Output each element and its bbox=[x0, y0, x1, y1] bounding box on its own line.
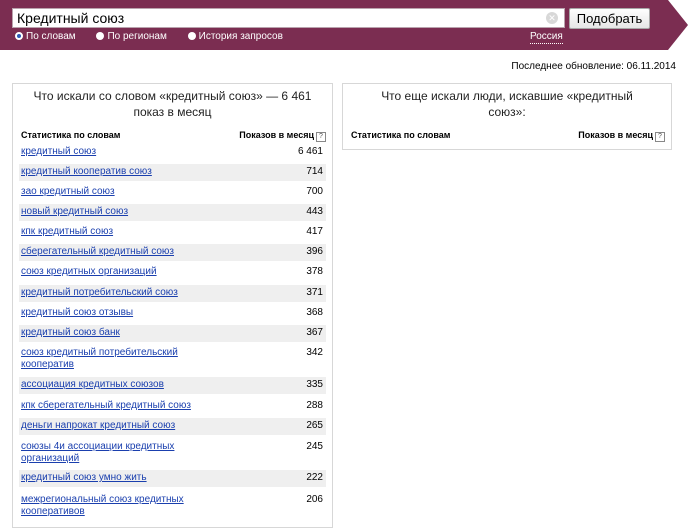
col-words-header: Статистика по словам bbox=[351, 130, 451, 140]
phrase-link[interactable]: кпк кредитный союз bbox=[19, 226, 221, 238]
table-row: союз кредитный потребительский кооперати… bbox=[19, 345, 326, 373]
phrase-link[interactable]: ассоциация кредитных союзов bbox=[19, 379, 221, 391]
impressions-count: 265 bbox=[306, 420, 323, 431]
mode-label: История запросов bbox=[198, 31, 283, 42]
impressions-count: 367 bbox=[306, 327, 323, 338]
col-words-header: Статистика по словам bbox=[21, 130, 121, 140]
impressions-count: 378 bbox=[306, 266, 323, 277]
mode-by-regions[interactable]: По регионам bbox=[96, 31, 167, 42]
mode-label: По словам bbox=[26, 31, 76, 42]
table-row: союз кредитных организаций 378 bbox=[19, 264, 326, 281]
impressions-count: 714 bbox=[306, 166, 323, 177]
submit-button[interactable]: Подобрать bbox=[569, 8, 650, 29]
column-headers: Статистика по словам Показов в месяц? bbox=[13, 130, 332, 144]
mode-history[interactable]: История запросов bbox=[187, 31, 283, 42]
related-words-panel: Что искали со словом «кредитный союз» — … bbox=[12, 83, 333, 528]
impressions-count: 245 bbox=[306, 441, 323, 452]
table-row: деньги напрокат кредитный союз 265 bbox=[19, 418, 326, 435]
phrase-link[interactable]: кредитный потребительский союз bbox=[19, 287, 221, 299]
impressions-count: 371 bbox=[306, 287, 323, 298]
impressions-count: 417 bbox=[306, 226, 323, 237]
impressions-count: 342 bbox=[306, 347, 323, 358]
impressions-count: 335 bbox=[306, 379, 323, 390]
region-link[interactable]: Россия bbox=[530, 31, 563, 44]
also-searched-panel: Что еще искали люди, искавшие «кредитный… bbox=[342, 83, 672, 150]
col-count-header: Показов в месяц? bbox=[239, 130, 326, 142]
phrase-link[interactable]: кредитный кооператив союз bbox=[19, 166, 221, 178]
phrase-link[interactable]: сберегательный кредитный союз bbox=[19, 246, 221, 258]
table-row: зао кредитный союз 700 bbox=[19, 184, 326, 201]
mode-by-words[interactable]: По словам bbox=[15, 31, 76, 42]
search-input[interactable]: Кредитный союз ✕ bbox=[12, 8, 565, 28]
panel-title: Что еще искали люди, искавшие «кредитный… bbox=[381, 89, 633, 119]
table-row: союзы 4и ассоциации кредитных организаци… bbox=[19, 439, 326, 467]
phrase-link[interactable]: союз кредитных организаций bbox=[19, 266, 221, 278]
table-row: кредитный союз банк 367 bbox=[19, 325, 326, 342]
table-row: кредитный союз отзывы 368 bbox=[19, 305, 326, 322]
radio-icon bbox=[187, 32, 196, 40]
phrase-link[interactable]: кредитный союз bbox=[19, 146, 221, 158]
phrase-link[interactable]: межрегиональный союз кредитных кооперати… bbox=[19, 494, 221, 518]
table-row: кпк сберегательный кредитный союз 288 bbox=[19, 398, 326, 415]
radio-icon bbox=[96, 32, 105, 40]
search-input-value: Кредитный союз bbox=[17, 10, 125, 26]
impressions-count: 206 bbox=[306, 494, 323, 505]
phrase-link[interactable]: зао кредитный союз bbox=[19, 186, 221, 198]
table-row: ассоциация кредитных союзов 335 bbox=[19, 377, 326, 394]
phrase-link[interactable]: союз кредитный потребительский кооперати… bbox=[19, 347, 221, 371]
phrase-link[interactable]: новый кредитный союз bbox=[19, 206, 221, 218]
col-count-label: Показов в месяц bbox=[239, 130, 314, 140]
col-count-label: Показов в месяц bbox=[578, 130, 653, 140]
table-row: кредитный союз умно жить 222 bbox=[19, 470, 326, 487]
help-icon[interactable]: ? bbox=[316, 132, 326, 142]
table-row: кредитный кооператив союз 714 bbox=[19, 164, 326, 181]
impressions-count: 6 461 bbox=[297, 146, 323, 157]
phrase-link[interactable]: кредитный союз умно жить bbox=[19, 472, 221, 484]
radio-icon bbox=[15, 32, 23, 40]
table-row: кредитный союз 6 461 bbox=[19, 144, 326, 161]
phrase-link[interactable]: кредитный союз отзывы bbox=[19, 307, 221, 319]
phrase-link[interactable]: союзы 4и ассоциации кредитных организаци… bbox=[19, 441, 221, 465]
mode-label: По регионам bbox=[107, 31, 167, 42]
phrase-link[interactable]: деньги напрокат кредитный союз bbox=[19, 420, 221, 432]
impressions-count: 288 bbox=[306, 400, 323, 411]
last-update: Последнее обновление: 06.11.2014 bbox=[511, 61, 676, 72]
phrase-link[interactable]: кредитный союз банк bbox=[19, 327, 221, 339]
impressions-count: 368 bbox=[306, 307, 323, 318]
impressions-count: 222 bbox=[306, 472, 323, 483]
table-row: сберегательный кредитный союз 396 bbox=[19, 244, 326, 261]
phrase-link[interactable]: кпк сберегательный кредитный союз bbox=[19, 400, 221, 412]
clear-icon[interactable]: ✕ bbox=[546, 12, 558, 24]
table-row: межрегиональный союз кредитных кооперати… bbox=[19, 492, 326, 520]
impressions-count: 443 bbox=[306, 206, 323, 217]
col-count-header: Показов в месяц? bbox=[578, 130, 665, 142]
help-icon[interactable]: ? bbox=[655, 132, 665, 142]
search-header: Кредитный союз ✕ Подобрать По словам По … bbox=[0, 0, 688, 50]
search-mode-tabs: По словам По регионам История запросов bbox=[15, 31, 301, 45]
impressions-count: 396 bbox=[306, 246, 323, 257]
table-row: новый кредитный союз 443 bbox=[19, 204, 326, 221]
impressions-count: 700 bbox=[306, 186, 323, 197]
panel-title: Что искали со словом «кредитный союз» — … bbox=[33, 89, 312, 119]
column-headers: Статистика по словам Показов в месяц? bbox=[343, 130, 671, 144]
table-row: кредитный потребительский союз 371 bbox=[19, 285, 326, 302]
table-row: кпк кредитный союз 417 bbox=[19, 224, 326, 241]
